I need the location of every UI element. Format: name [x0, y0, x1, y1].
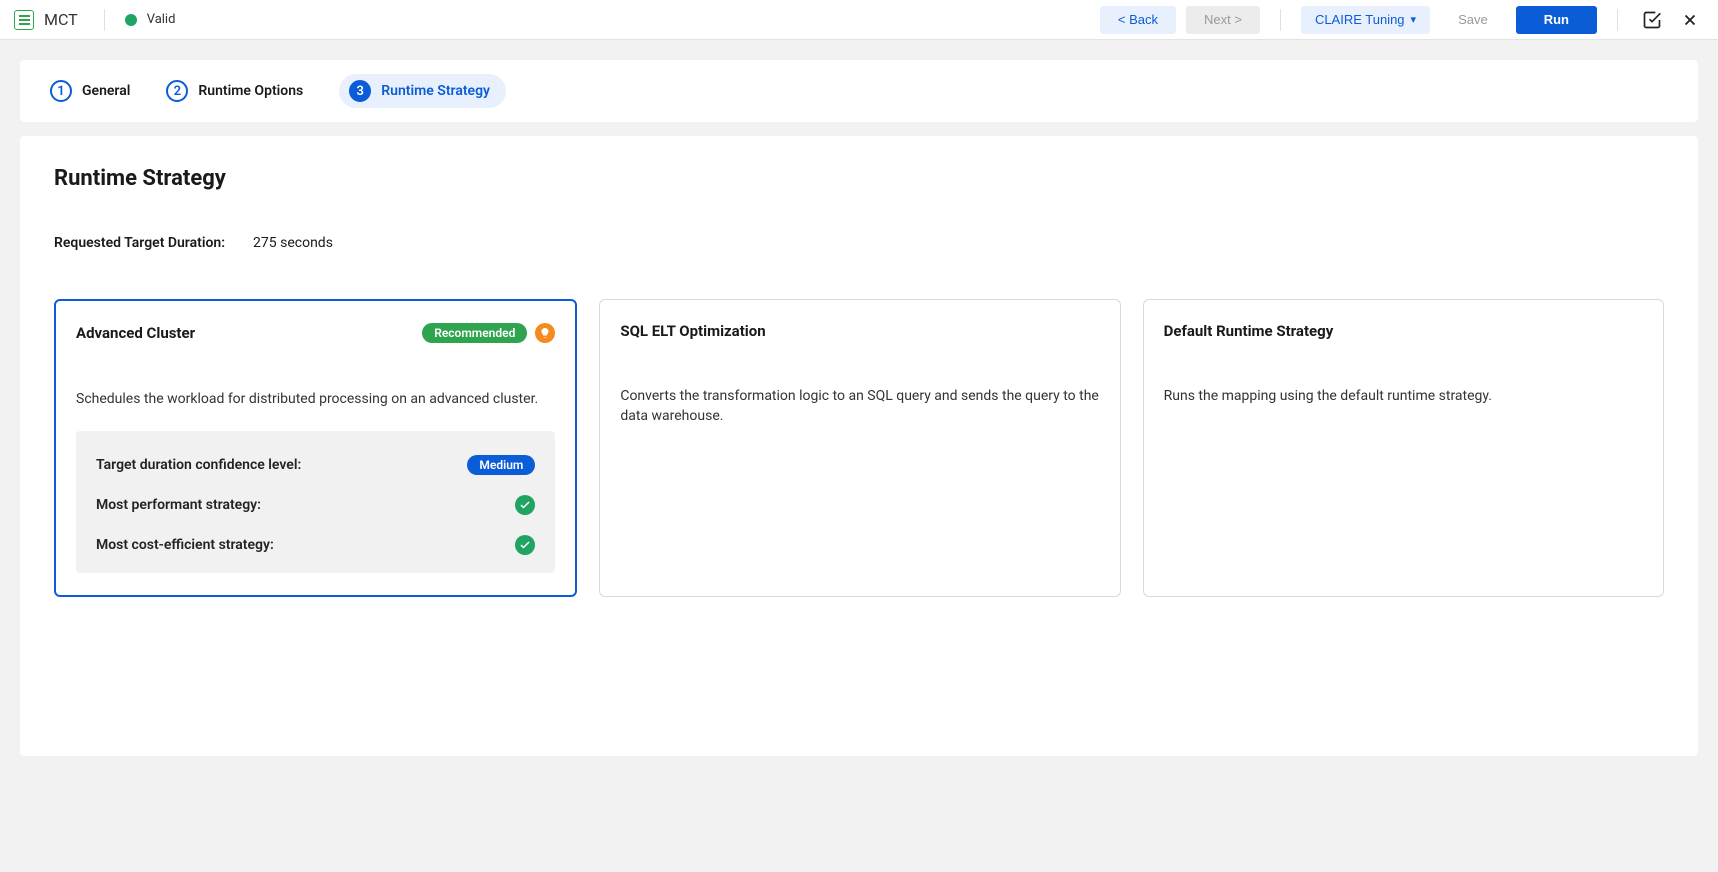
- claire-tuning-dropdown[interactable]: CLAIRE Tuning ▾: [1301, 6, 1430, 34]
- run-button[interactable]: Run: [1516, 6, 1597, 34]
- tab-runtime-strategy[interactable]: 3 Runtime Strategy: [339, 74, 506, 108]
- strategy-cards-row: Advanced Cluster Recommended Schedules t…: [54, 299, 1664, 597]
- next-button: Next >: [1186, 6, 1260, 34]
- content-card: Runtime Strategy Requested Target Durati…: [20, 136, 1698, 756]
- separator: [1280, 9, 1281, 31]
- checkbox-edit-icon[interactable]: [1638, 6, 1666, 34]
- card-header: Default Runtime Strategy: [1164, 322, 1643, 340]
- strategy-card-advanced-cluster[interactable]: Advanced Cluster Recommended Schedules t…: [54, 299, 577, 597]
- topbar-left: MCT Valid: [14, 9, 175, 31]
- section-title: Runtime Strategy: [54, 166, 1664, 191]
- topbar-right: < Back Next > CLAIRE Tuning ▾ Save Run: [1100, 6, 1704, 34]
- target-duration-row: Requested Target Duration: 275 seconds: [54, 235, 1664, 251]
- check-icon: [515, 495, 535, 515]
- status-indicator-icon: [125, 14, 137, 26]
- card-header: Advanced Cluster Recommended: [76, 323, 555, 343]
- metric-label: Target duration confidence level:: [96, 457, 301, 473]
- separator: [104, 9, 105, 31]
- tab-general[interactable]: 1 General: [50, 80, 130, 102]
- target-duration-label: Requested Target Duration:: [54, 235, 225, 251]
- card-title: Advanced Cluster: [76, 324, 195, 342]
- app-icon: [14, 10, 34, 30]
- step-number: 3: [349, 80, 371, 102]
- metric-confidence: Target duration confidence level: Medium: [96, 445, 535, 485]
- card-description: Schedules the workload for distributed p…: [76, 389, 555, 409]
- chevron-down-icon: ▾: [1411, 13, 1417, 26]
- card-description: Runs the mapping using the default runti…: [1164, 386, 1643, 406]
- dropdown-label: CLAIRE Tuning: [1315, 12, 1405, 27]
- save-button: Save: [1440, 6, 1506, 34]
- confidence-badge: Medium: [467, 455, 535, 475]
- card-header: SQL ELT Optimization: [620, 322, 1099, 340]
- page-wrap: 1 General 2 Runtime Options 3 Runtime St…: [0, 40, 1718, 776]
- step-label: Runtime Options: [198, 83, 303, 99]
- back-button[interactable]: < Back: [1100, 6, 1176, 34]
- recommended-badge: Recommended: [422, 323, 527, 343]
- target-duration-value: 275 seconds: [253, 235, 333, 251]
- check-icon: [515, 535, 535, 555]
- step-number: 2: [166, 80, 188, 102]
- card-title: Default Runtime Strategy: [1164, 322, 1334, 340]
- strategy-card-default[interactable]: Default Runtime Strategy Runs the mappin…: [1143, 299, 1664, 597]
- metric-performant: Most performant strategy:: [96, 485, 535, 525]
- separator: [1617, 9, 1618, 31]
- metric-cost-efficient: Most cost-efficient strategy:: [96, 525, 535, 565]
- status-text: Valid: [147, 12, 176, 27]
- step-number: 1: [50, 80, 72, 102]
- app-title: MCT: [44, 10, 78, 29]
- close-icon[interactable]: [1676, 6, 1704, 34]
- card-description: Converts the transformation logic to an …: [620, 386, 1099, 427]
- step-label: General: [82, 83, 130, 99]
- badge-row: Recommended: [422, 323, 555, 343]
- step-tabs: 1 General 2 Runtime Options 3 Runtime St…: [20, 60, 1698, 122]
- metrics-panel: Target duration confidence level: Medium…: [76, 431, 555, 573]
- topbar: MCT Valid < Back Next > CLAIRE Tuning ▾ …: [0, 0, 1718, 40]
- metric-label: Most cost-efficient strategy:: [96, 537, 274, 553]
- strategy-card-sql-elt[interactable]: SQL ELT Optimization Converts the transf…: [599, 299, 1120, 597]
- metric-label: Most performant strategy:: [96, 497, 261, 513]
- tab-runtime-options[interactable]: 2 Runtime Options: [166, 80, 303, 102]
- lightbulb-icon: [535, 323, 555, 343]
- card-title: SQL ELT Optimization: [620, 322, 765, 340]
- step-label: Runtime Strategy: [381, 83, 490, 99]
